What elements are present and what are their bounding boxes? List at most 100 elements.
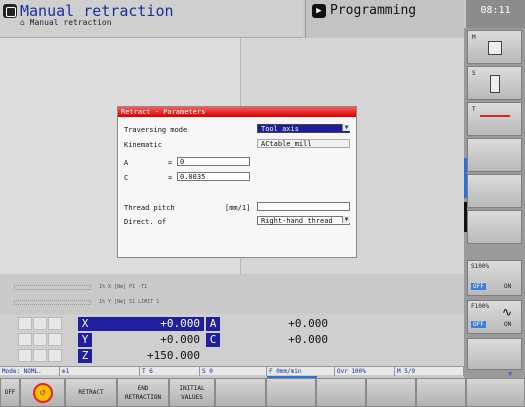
clock: 08:11: [466, 0, 525, 28]
axis-x-label: X: [78, 317, 92, 331]
load-bar-x: [14, 285, 91, 290]
softkey-empty-8[interactable]: [366, 378, 416, 407]
softkey-off[interactable]: OFF: [0, 378, 20, 407]
status-bar: Mode: NOML. ⊕1 T 6 S 0 F 0mm/min Ovr 100…: [0, 366, 464, 376]
s-label: S: [472, 70, 476, 77]
power-on-icon: ↺: [32, 382, 53, 403]
axis-a-pos-label: A: [206, 317, 220, 331]
scroll-down-icon[interactable]: ▼: [508, 370, 512, 378]
status-row-y: 1% Y [Nm] S1 LIMIT 1: [99, 299, 160, 305]
right-softkey-6[interactable]: [467, 210, 522, 244]
softkey-end-label2: RETRACTION: [124, 393, 162, 401]
status-slot-icon: [18, 349, 32, 362]
tool-change-icon: [480, 115, 510, 117]
axis-a-equals: =: [168, 159, 173, 167]
tool-ref-status: ⊕1: [60, 367, 140, 376]
axis-c-pos-label: C: [206, 333, 220, 347]
thread-pitch-unit: [mm/1]: [225, 204, 251, 212]
softkey-initial-label: INITIAL: [179, 384, 205, 392]
axis-a-input[interactable]: 0: [177, 157, 250, 166]
s-function-key[interactable]: S: [467, 66, 522, 100]
tool-status: T 6: [140, 367, 200, 376]
spindle-on-label: ON: [504, 283, 512, 290]
status-slot-icon: [48, 333, 62, 346]
feed-status: F 0mm/min: [267, 367, 335, 376]
axis-c-input[interactable]: 0.0035: [177, 172, 250, 181]
spindle-off-button[interactable]: OFF: [471, 283, 486, 290]
direction-value: Right-hand thread: [257, 216, 350, 225]
feed-override-key[interactable]: F100% ∿ OFF ON: [467, 300, 522, 334]
traversing-mode-select[interactable]: Tool axis ▼: [257, 124, 350, 133]
load-bar-y: [14, 300, 91, 305]
m-function-key[interactable]: M: [467, 30, 522, 64]
status-slot-icon: [18, 333, 32, 346]
softkey-bar: OFF ↺ RETRACT END RETRACTION INITIAL VALUE…: [0, 378, 525, 407]
spindle-status-icon: [18, 317, 32, 330]
axis-c-label: C: [124, 174, 129, 182]
feed-on-label: ON: [504, 321, 512, 328]
softkey-end-label: END: [137, 384, 149, 392]
t-function-key[interactable]: T: [467, 102, 522, 136]
softkey-retract[interactable]: RETRACT: [65, 378, 117, 407]
softkey-empty-6[interactable]: [266, 378, 316, 407]
softkey-retract-label: RETRACT: [78, 389, 104, 396]
programming-icon: ▶: [312, 4, 326, 18]
axis-y-label: Y: [78, 333, 92, 347]
dialog-title: Retract - Parameters: [118, 107, 356, 117]
softkey-initial-values[interactable]: INITIAL VALUES: [169, 378, 215, 407]
dropdown-arrow-icon: ▼: [342, 124, 350, 131]
softkey-empty-5[interactable]: [215, 378, 266, 407]
programming-label: Programming: [330, 3, 417, 18]
direction-label: Direct. of: [124, 218, 167, 226]
status-slot-icon: [33, 333, 47, 346]
status-slot-icon: [33, 349, 47, 362]
axis-x-value: +0.000: [92, 317, 204, 331]
spindle-speed-status: S 0: [200, 367, 267, 376]
feed-wave-icon: ∿: [502, 305, 513, 319]
softkey-empty-10[interactable]: [466, 378, 525, 407]
page-subtitle: ⌂ Manual retraction: [20, 18, 112, 27]
thread-pitch-input[interactable]: [257, 202, 350, 211]
axis-c-pos-value: +0.000: [220, 333, 332, 347]
spindle-override-key[interactable]: S100% OFF ON: [467, 260, 522, 296]
softkey-on[interactable]: ↺: [20, 378, 65, 407]
manual-mode-icon: [3, 4, 17, 18]
m-label: M: [472, 34, 476, 41]
traversing-mode-label: Traversing mode: [124, 126, 188, 134]
subtitle-text: Manual retraction: [29, 18, 112, 27]
t-label: T: [472, 106, 476, 113]
m-function-status: M 5/9: [395, 367, 464, 376]
axis-a-pos-value: +0.000: [220, 317, 332, 331]
kinematic-label: Kinematic: [124, 141, 162, 149]
axis-y-value: +0.000: [92, 333, 204, 347]
axis-z-label: Z: [78, 349, 92, 363]
dropdown-arrow-icon: ▼: [342, 216, 350, 223]
softkey-off-label: OFF: [4, 389, 16, 396]
softkey-empty-9[interactable]: [416, 378, 466, 407]
kinematic-value: ACtable_mill: [257, 139, 350, 148]
status-slot-icon: [48, 317, 62, 330]
softkey-end-retraction[interactable]: END RETRACTION: [117, 378, 169, 407]
status-row-x: 1% X [Nm] P1 -T1: [99, 284, 148, 290]
right-softkey-5[interactable]: [467, 174, 522, 208]
retract-parameters-dialog: Retract - Parameters Traversing mode Too…: [117, 106, 357, 258]
softkey-empty-7[interactable]: [316, 378, 366, 407]
active-marker: [464, 158, 467, 198]
feed-off-button[interactable]: OFF: [471, 321, 486, 328]
scroll-marker: [464, 202, 467, 232]
right-softkey-4[interactable]: [467, 138, 522, 172]
axis-c-equals: =: [168, 174, 173, 182]
machine-icon: [488, 41, 502, 55]
home-icon: ⌂: [20, 18, 25, 27]
axis-a-label: A: [124, 159, 129, 167]
softkey-initial-label2: VALUES: [181, 393, 203, 401]
axis-z-value: +150.000: [92, 349, 204, 363]
spindle-icon: [490, 75, 500, 93]
status-slot-icon: [48, 349, 62, 362]
thread-pitch-label: Thread pitch: [124, 204, 175, 212]
direction-select[interactable]: Right-hand thread ▼: [257, 216, 350, 225]
f-override-label: F100%: [471, 303, 490, 310]
mode-status: Mode: NOML.: [0, 367, 60, 376]
override-status: Ovr 100%: [335, 367, 395, 376]
right-softkey-bottom[interactable]: [467, 338, 522, 370]
